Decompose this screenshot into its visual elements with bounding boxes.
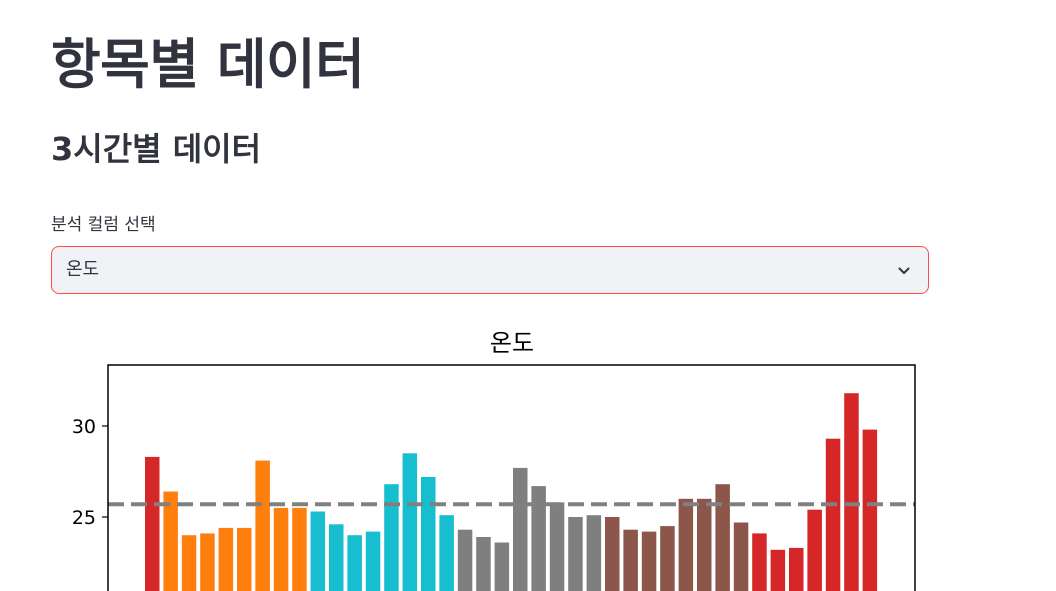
bar bbox=[255, 460, 270, 591]
bar bbox=[494, 542, 510, 591]
bar bbox=[789, 547, 804, 591]
bar bbox=[457, 529, 473, 591]
bar bbox=[347, 535, 362, 591]
bar bbox=[660, 526, 675, 591]
bar bbox=[181, 535, 197, 591]
bar bbox=[163, 491, 178, 591]
bar bbox=[678, 498, 694, 591]
bar bbox=[200, 533, 215, 591]
bar bbox=[752, 533, 767, 591]
bar bbox=[476, 537, 491, 591]
column-select[interactable]: 온도 bbox=[51, 246, 929, 294]
bar bbox=[237, 527, 252, 591]
bar bbox=[292, 507, 307, 591]
bar bbox=[365, 531, 381, 591]
bar bbox=[770, 549, 786, 591]
select-value: 온도 bbox=[66, 259, 100, 280]
bars-group bbox=[145, 393, 878, 591]
bar bbox=[384, 484, 399, 591]
bar bbox=[586, 515, 602, 591]
chevron-down-icon[interactable] bbox=[896, 263, 912, 279]
bar bbox=[697, 498, 712, 591]
bar bbox=[439, 515, 454, 591]
bar bbox=[641, 531, 657, 591]
temperature-bar-chart: 온도 25 30 bbox=[72, 329, 916, 591]
bar bbox=[549, 502, 565, 591]
page-title: 항목별 데이터 bbox=[51, 33, 365, 96]
bar bbox=[825, 438, 841, 591]
y-tick-label: 25 bbox=[72, 507, 96, 529]
bar bbox=[844, 393, 859, 591]
bar bbox=[329, 524, 344, 591]
y-ticks-group: 25 30 bbox=[72, 416, 108, 529]
bar bbox=[531, 486, 546, 591]
bar bbox=[733, 522, 749, 591]
bar bbox=[513, 467, 528, 591]
section-title: 3시간별 데이터 bbox=[51, 130, 262, 168]
select-label: 분석 컬럼 선택 bbox=[51, 215, 156, 235]
bar bbox=[605, 517, 620, 591]
bar bbox=[310, 511, 326, 591]
bar bbox=[421, 477, 436, 591]
page: 항목별 데이터 3시간별 데이터 분석 컬럼 선택 온도 온도 25 30 bbox=[0, 0, 1056, 591]
bar bbox=[145, 456, 160, 591]
bar bbox=[218, 527, 234, 591]
bar bbox=[807, 509, 822, 591]
bar bbox=[568, 517, 583, 591]
bar bbox=[715, 484, 730, 591]
y-tick-label: 30 bbox=[72, 416, 96, 438]
bar bbox=[273, 507, 289, 591]
bar bbox=[862, 429, 878, 591]
bar bbox=[402, 453, 418, 591]
chart-title: 온도 bbox=[490, 329, 534, 357]
bar bbox=[623, 529, 638, 591]
